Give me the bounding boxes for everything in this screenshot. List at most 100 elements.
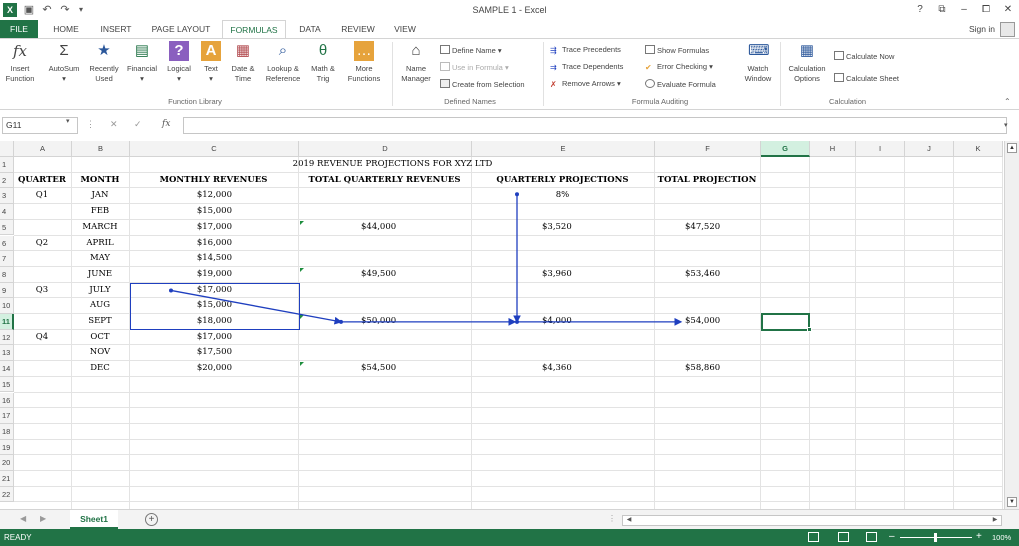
month-cell[interactable]: MAY: [74, 251, 126, 266]
trace-precedents-button[interactable]: ⇶ Trace Precedents: [550, 45, 621, 55]
month-cell[interactable]: OCT: [74, 330, 126, 345]
monthly-revenue-cell[interactable]: $20,000: [132, 361, 232, 376]
quarter-cell[interactable]: [16, 267, 68, 282]
header-cell[interactable]: TOTAL QUARTERLY REVENUES: [301, 173, 468, 188]
show-formulas-button[interactable]: Show Formulas: [645, 45, 709, 56]
header-cell[interactable]: MONTH: [74, 173, 126, 188]
month-cell[interactable]: DEC: [74, 361, 126, 376]
tab-insert[interactable]: INSERT: [96, 20, 136, 39]
evaluate-formula-button[interactable]: Evaluate Formula: [645, 79, 716, 90]
recently-used-button[interactable]: ★ Recently Used: [86, 41, 122, 84]
sign-in-link[interactable]: Sign in: [969, 24, 995, 34]
cancel-entry-icon[interactable]: ✕: [110, 119, 118, 130]
row-header-15[interactable]: 15: [0, 376, 14, 393]
next-sheet-icon[interactable]: ▶: [40, 514, 46, 523]
month-cell[interactable]: JUNE: [74, 267, 126, 282]
insert-function-button[interactable]: fx Insert Function: [2, 41, 38, 84]
trace-dependents-button[interactable]: ⇉ Trace Dependents: [550, 62, 623, 72]
confirm-entry-icon[interactable]: ✓: [134, 119, 142, 130]
minimize-button[interactable]: –: [956, 3, 972, 17]
remove-arrows-button[interactable]: ✗ Remove Arrows ▾: [550, 79, 621, 89]
month-cell[interactable]: NOV: [74, 345, 126, 360]
tab-page-layout[interactable]: PAGE LAYOUT: [146, 20, 216, 39]
total-projection-cell[interactable]: $54,000: [685, 314, 745, 329]
horizontal-scrollbar[interactable]: ◀ ▶: [622, 515, 1002, 526]
expand-formula-bar-icon[interactable]: ▾: [1004, 121, 1008, 129]
quarter-cell[interactable]: Q2: [16, 236, 68, 251]
prev-sheet-icon[interactable]: ◀: [20, 514, 26, 523]
more-functions-button[interactable]: … More Functions: [340, 41, 388, 84]
row-header-2[interactable]: 2: [0, 172, 14, 189]
page-break-view-icon[interactable]: [866, 532, 877, 542]
sheet-title[interactable]: 2019 REVENUE PROJECTIONS FOR XYZ LTD: [130, 157, 655, 172]
tab-review[interactable]: REVIEW: [336, 20, 380, 39]
more-options-icon[interactable]: ⋮: [86, 119, 95, 130]
row-header-9[interactable]: 9: [0, 282, 14, 299]
quarterly-revenue-cell[interactable]: $50,000: [361, 314, 421, 329]
quarter-cell[interactable]: [16, 251, 68, 266]
total-projection-cell[interactable]: $53,460: [685, 267, 745, 282]
quarter-cell[interactable]: Q3: [16, 283, 68, 298]
lookup-reference-button[interactable]: ⌕ Lookup & Reference: [260, 41, 306, 84]
fill-handle[interactable]: [807, 326, 812, 332]
row-header-6[interactable]: 6: [0, 235, 14, 252]
month-cell[interactable]: APRIL: [74, 236, 126, 251]
row-header-3[interactable]: 3: [0, 188, 14, 205]
zoom-out-icon[interactable]: –: [889, 531, 895, 542]
quarterly-projection-cell[interactable]: $3,520: [542, 220, 592, 235]
tab-view[interactable]: VIEW: [388, 20, 422, 39]
header-cell[interactable]: MONTHLY REVENUES: [132, 173, 295, 188]
monthly-revenue-cell[interactable]: $12,000: [132, 188, 232, 203]
financial-button[interactable]: ▤ Financial ▾: [122, 41, 162, 84]
select-all-corner[interactable]: [0, 141, 14, 157]
error-checking-button[interactable]: ✔ Error Checking ▾: [645, 62, 713, 72]
math-trig-button[interactable]: θ Math & Trig: [304, 41, 342, 84]
row-header-18[interactable]: 18: [0, 423, 14, 440]
define-name-button[interactable]: Define Name ▾: [440, 45, 502, 56]
column-header-e[interactable]: E: [472, 141, 655, 157]
quarter-cell[interactable]: [16, 298, 68, 313]
close-button[interactable]: ✕: [1000, 3, 1016, 17]
row-header-11[interactable]: 11: [0, 314, 14, 330]
month-cell[interactable]: FEB: [74, 204, 126, 219]
logical-button[interactable]: ? Logical ▾: [162, 41, 196, 84]
row-header-22[interactable]: 22: [0, 486, 14, 503]
row-header-17[interactable]: 17: [0, 408, 14, 424]
restore-button[interactable]: ⧠: [978, 3, 994, 17]
active-cell-g11[interactable]: [761, 313, 810, 331]
tab-file[interactable]: FILE: [0, 20, 38, 39]
header-cell[interactable]: QUARTERLY PROJECTIONS: [474, 173, 651, 188]
zoom-in-icon[interactable]: +: [976, 531, 982, 542]
column-header-k[interactable]: K: [954, 141, 1003, 157]
quarter-cell[interactable]: [16, 220, 68, 235]
zoom-level[interactable]: 100%: [992, 533, 1011, 542]
name-box-dropdown-icon[interactable]: ▾: [66, 117, 70, 125]
autosum-button[interactable]: Σ AutoSum ▾: [44, 41, 84, 84]
watch-window-button[interactable]: ⌨ Watch Window: [738, 41, 778, 84]
text-button[interactable]: A Text ▾: [198, 41, 224, 84]
column-header-f[interactable]: F: [655, 141, 761, 157]
zoom-slider-thumb[interactable]: [934, 533, 937, 542]
scroll-right-icon[interactable]: ▶: [990, 516, 1000, 525]
quarter-cell[interactable]: Q1: [16, 188, 68, 203]
row-header-5[interactable]: 5: [0, 219, 14, 236]
worksheet-grid[interactable]: A B C D E F G H I J K 1 2 3 4 5 6 7 8 9 10 11 12 13 14 15 16 17 18 19…: [0, 141, 1003, 509]
column-header-a[interactable]: A: [14, 141, 72, 157]
quarterly-projection-cell[interactable]: $3,960: [542, 267, 592, 282]
add-sheet-button[interactable]: +: [145, 513, 158, 526]
quarter-cell[interactable]: [16, 204, 68, 219]
column-header-g[interactable]: G: [761, 141, 810, 157]
row-header-16[interactable]: 16: [0, 392, 14, 409]
quarterly-revenue-cell[interactable]: $49,500: [361, 267, 421, 282]
page-layout-view-icon[interactable]: [838, 532, 849, 542]
normal-view-icon[interactable]: [808, 532, 819, 542]
month-cell[interactable]: MARCH: [74, 220, 126, 235]
header-cell[interactable]: TOTAL PROJECTION: [657, 173, 757, 188]
column-header-d[interactable]: D: [299, 141, 472, 157]
total-projection-cell[interactable]: $47,520: [685, 220, 745, 235]
row-header-20[interactable]: 20: [0, 455, 14, 471]
ribbon-display-options-button[interactable]: ⧉: [934, 3, 950, 17]
monthly-revenue-cell[interactable]: $17,500: [132, 345, 232, 360]
row-header-14[interactable]: 14: [0, 361, 14, 377]
tab-splitter-icon[interactable]: ⋮: [608, 514, 616, 523]
